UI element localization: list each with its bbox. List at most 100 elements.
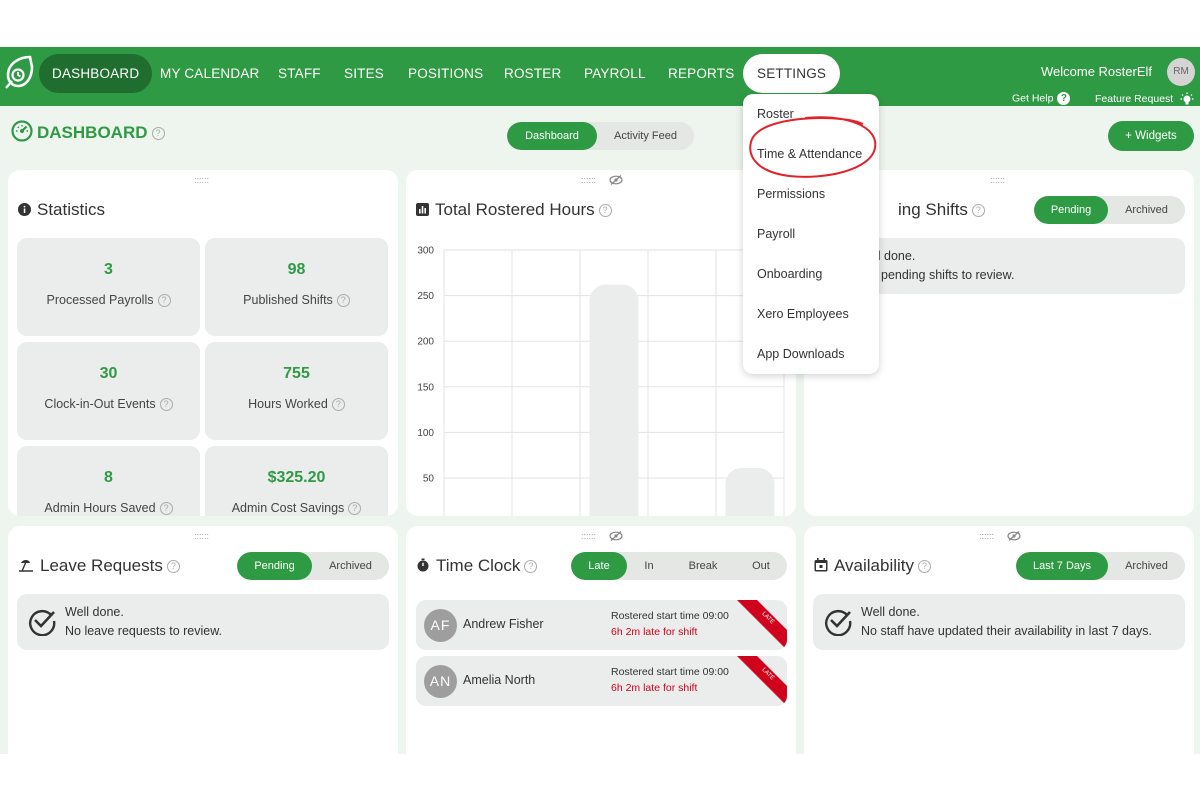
nav-reports[interactable]: REPORTS xyxy=(655,54,747,93)
rostered-hours-card: :::::: Total Rostered Hours? 300 250 200 15… xyxy=(406,170,796,516)
time-clock-title-text: Time Clock xyxy=(436,556,521,575)
message-line-2: No leave requests to review. xyxy=(65,624,223,638)
gauge-icon xyxy=(11,120,33,142)
menu-item-payroll[interactable]: Payroll xyxy=(757,227,795,241)
nav-staff[interactable]: STAFF xyxy=(265,54,334,93)
page-title: DASHBOARD? xyxy=(11,120,165,143)
feature-request-link[interactable]: Feature Request xyxy=(1095,92,1195,106)
chart-bar[interactable] xyxy=(725,467,775,516)
stat-label: Hours Worked? xyxy=(205,397,388,412)
page-title-text: DASHBOARD xyxy=(37,123,148,142)
beach-icon xyxy=(19,560,33,572)
help-icon[interactable]: ? xyxy=(151,127,165,141)
drag-handle-icon[interactable]: :::::: xyxy=(194,175,209,185)
time-clock-title: Time Clock? xyxy=(416,556,538,576)
help-icon[interactable]: ? xyxy=(331,398,345,412)
staff-avatar: AN xyxy=(424,665,457,698)
help-icon[interactable]: ? xyxy=(159,398,173,412)
help-icon[interactable]: ? xyxy=(524,560,538,574)
menu-item-app-downloads[interactable]: App Downloads xyxy=(757,347,845,361)
rosterelf-logo-icon[interactable] xyxy=(2,55,34,89)
info-icon xyxy=(18,203,31,216)
pending-shifts-title-text: ing Shifts xyxy=(898,200,968,219)
statistics-title-text: Statistics xyxy=(37,200,106,219)
drag-handle-icon[interactable]: :::::: xyxy=(194,531,209,541)
help-icon[interactable]: ? xyxy=(598,204,612,218)
time-clock-row[interactable]: AF Andrew Fisher Rostered start time 09:… xyxy=(416,600,787,650)
message-line-1: Well done. xyxy=(65,605,124,619)
help-icon[interactable]: ? xyxy=(166,560,180,574)
tab-dashboard[interactable]: Dashboard xyxy=(507,122,597,150)
rostered-start-time: Rostered start time 09:00 xyxy=(611,610,729,622)
drag-handle-icon[interactable]: :::::: xyxy=(581,531,596,541)
nav-settings[interactable]: SETTINGS xyxy=(743,54,841,93)
tab-pending[interactable]: Pending xyxy=(1034,196,1108,224)
nav-sites[interactable]: SITES xyxy=(331,54,397,93)
help-icon[interactable]: ? xyxy=(348,502,362,516)
drag-handle-icon[interactable]: :::::: xyxy=(581,175,596,185)
help-icon[interactable]: ? xyxy=(971,204,985,218)
help-icon[interactable]: ? xyxy=(336,294,350,308)
chart-y-tick-label: 50 xyxy=(423,474,435,485)
tab-late[interactable]: Late xyxy=(571,552,627,580)
nav-dashboard[interactable]: DASHBOARD xyxy=(39,54,153,93)
check-circle-icon xyxy=(825,610,852,636)
menu-item-permissions[interactable]: Permissions xyxy=(757,187,825,201)
tab-last-7-days[interactable]: Last 7 Days xyxy=(1016,552,1108,580)
stat-value: 755 xyxy=(283,365,310,382)
nav-payroll[interactable]: PAYROLL xyxy=(571,54,659,93)
get-help-link[interactable]: Get Help? xyxy=(1012,92,1071,105)
check-circle-icon xyxy=(29,610,56,636)
help-icon[interactable]: ? xyxy=(918,560,932,574)
chart-bar[interactable] xyxy=(589,284,639,516)
tab-in[interactable]: In xyxy=(627,552,671,580)
stat-tile-admin-cost-savings: $325.20 Admin Cost Savings? xyxy=(205,446,388,516)
dashboard-main: DASHBOARD? Dashboard Activity Feed + Wid… xyxy=(0,106,1200,766)
stat-label-text: Admin Hours Saved xyxy=(44,501,156,515)
message-line-2: pending shifts to review. xyxy=(881,268,1015,282)
rostered-start-time: Rostered start time 09:00 xyxy=(611,666,729,678)
tab-activity-feed[interactable]: Activity Feed xyxy=(597,122,694,150)
message-line-1: ll done. xyxy=(875,249,916,263)
drag-handle-icon[interactable]: :::::: xyxy=(990,175,1005,185)
tab-archived[interactable]: Archived xyxy=(1108,196,1185,224)
leave-requests-title-text: Leave Requests xyxy=(40,556,163,575)
statistics-title: Statistics xyxy=(18,200,105,220)
tab-out[interactable]: Out xyxy=(735,552,787,580)
stat-label: Clock-in-Out Events? xyxy=(17,397,200,412)
eye-off-icon[interactable] xyxy=(1007,531,1021,541)
tab-archived[interactable]: Archived xyxy=(1108,552,1185,580)
nav-roster[interactable]: ROSTER xyxy=(491,54,574,93)
tab-archived[interactable]: Archived xyxy=(312,552,389,580)
pending-shifts-tabs: Pending Archived xyxy=(1034,196,1185,224)
stat-value: 98 xyxy=(287,261,306,278)
menu-item-xero-employees[interactable]: Xero Employees xyxy=(757,307,849,321)
time-clock-row[interactable]: AN Amelia North Rostered start time 09:0… xyxy=(416,656,787,706)
stat-label-text: Admin Cost Savings xyxy=(231,501,345,515)
eye-off-icon[interactable] xyxy=(609,175,623,185)
leave-requests-tabs: Pending Archived xyxy=(237,552,389,580)
page: DASHBOARD MY CALENDAR STAFF SITES POSITI… xyxy=(0,0,1200,800)
tab-pending[interactable]: Pending xyxy=(237,552,312,580)
chart-y-tick-label: 200 xyxy=(417,337,434,348)
stat-label-text: Published Shifts xyxy=(243,293,333,307)
add-widgets-button[interactable]: + Widgets xyxy=(1108,121,1194,151)
chart-y-tick-label: 100 xyxy=(417,428,434,439)
menu-item-onboarding[interactable]: Onboarding xyxy=(757,267,822,281)
nav-my-calendar[interactable]: MY CALENDAR xyxy=(147,54,272,93)
stat-label-text: Processed Payrolls xyxy=(46,293,154,307)
tab-break[interactable]: Break xyxy=(671,552,735,580)
help-icon[interactable]: ? xyxy=(159,502,173,516)
help-icon[interactable]: ? xyxy=(157,294,171,308)
nav-positions[interactable]: POSITIONS xyxy=(395,54,496,93)
lightbulb-icon xyxy=(1180,92,1194,105)
drag-handle-icon[interactable]: :::::: xyxy=(979,531,994,541)
chart-y-tick-label: 150 xyxy=(417,382,434,393)
availability-title: Availability? xyxy=(814,556,932,576)
message-line-2: No staff have updated their availability… xyxy=(861,624,1152,638)
stat-value: $325.20 xyxy=(267,469,326,486)
eye-off-icon[interactable] xyxy=(609,531,623,541)
user-avatar[interactable]: RM xyxy=(1167,58,1195,86)
stat-tile-published-shifts: 98 Published Shifts? xyxy=(205,238,388,336)
availability-tabs: Last 7 Days Archived xyxy=(1016,552,1185,580)
